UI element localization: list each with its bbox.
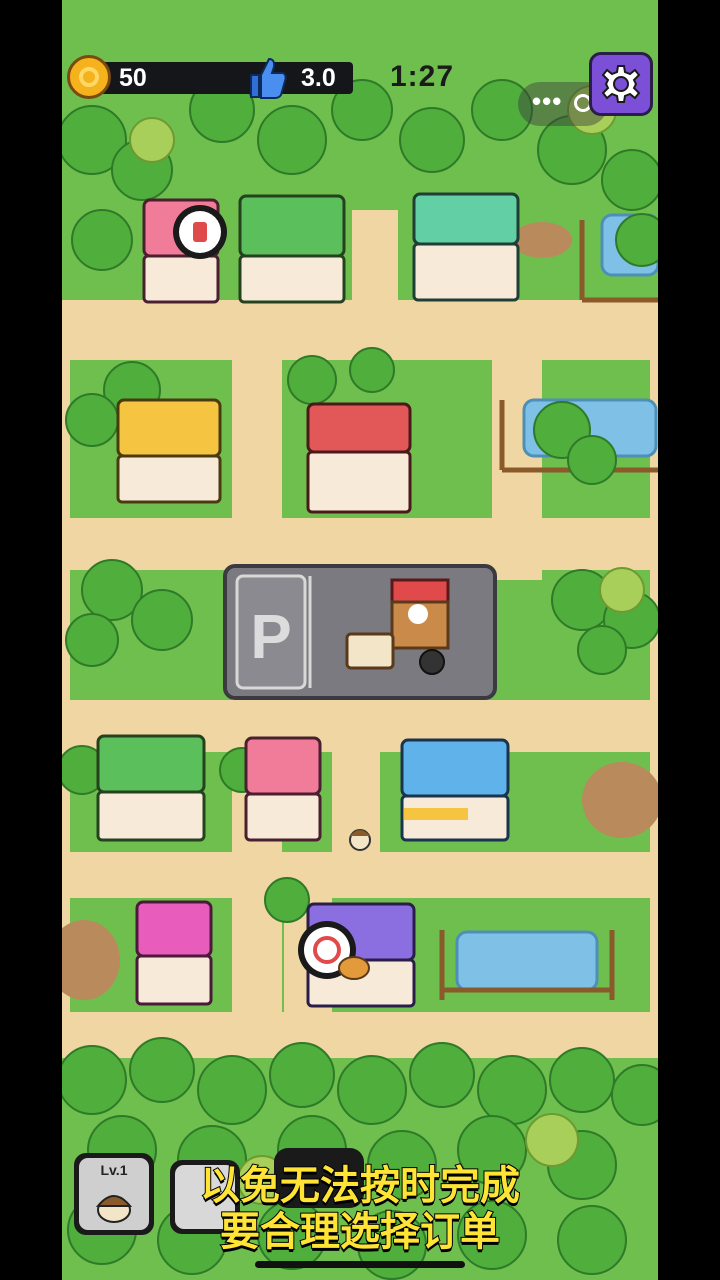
house-yellow[interactable] [116, 398, 222, 504]
house-teal-1[interactable] [412, 192, 520, 302]
house-red[interactable] [306, 402, 412, 514]
rating-value: 3.0 [301, 64, 336, 92]
gear-icon [601, 65, 641, 103]
house-green-1[interactable] [238, 194, 346, 304]
town-map: P [62, 0, 658, 1280]
order-bubble-phone[interactable] [173, 205, 227, 259]
settings-button[interactable] [589, 52, 653, 116]
house-magenta[interactable] [135, 900, 213, 1006]
parking-sign: P [250, 603, 291, 672]
more-dots-icon[interactable]: ••• [532, 86, 562, 117]
coin-value: 50 [119, 64, 147, 92]
house-pink-2[interactable] [244, 736, 322, 842]
rating-counter: 3.0 [245, 55, 355, 101]
courier-character[interactable] [349, 829, 371, 851]
thumbs-up-icon [250, 57, 287, 99]
home-indicator[interactable] [255, 1261, 465, 1268]
house-blue[interactable] [400, 738, 510, 842]
house-green-2[interactable] [96, 734, 206, 842]
coin-icon [67, 55, 111, 99]
game-screen: P 50 3.0 1:27 ••• Lv.1 以免无法按时完成 要合理选择订单 [62, 0, 658, 1280]
subtitle-line-2: 要合理选择订单 [219, 1209, 501, 1255]
countdown-timer: 1:27 [390, 60, 455, 93]
